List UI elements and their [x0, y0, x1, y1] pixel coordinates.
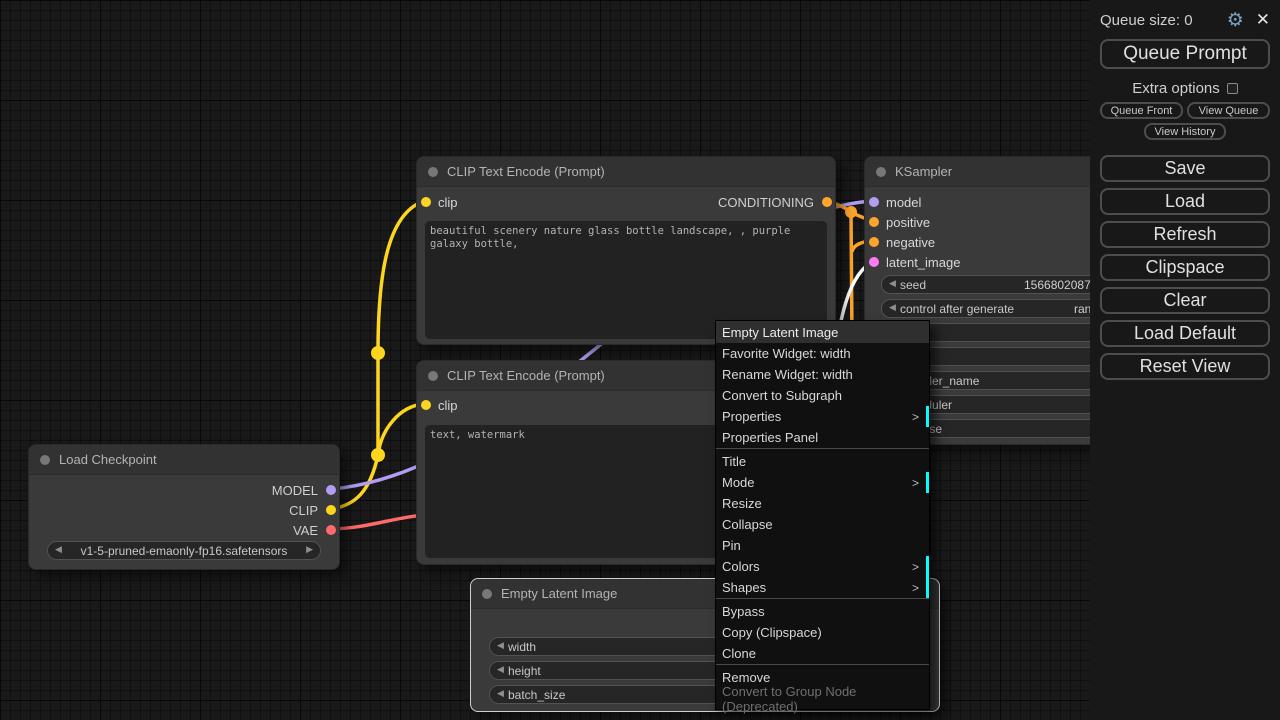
input-slot-clip-icon[interactable] [421, 400, 431, 410]
output-slot-label: CONDITIONING [718, 195, 814, 210]
input-slot-label: positive [886, 215, 930, 230]
left-arrow-icon[interactable]: ◀ [497, 688, 504, 699]
input-slot-label: model [886, 195, 921, 210]
left-arrow-icon[interactable]: ◀ [55, 544, 62, 555]
output-slot-conditioning-icon[interactable] [822, 197, 832, 207]
menu-item-colors[interactable]: Colors> [716, 556, 929, 577]
node-title: CLIP Text Encode (Prompt) [447, 368, 605, 383]
queue-prompt-button[interactable]: Queue Prompt [1100, 39, 1270, 69]
menu-item-properties-panel[interactable]: Properties Panel [716, 427, 929, 448]
load-button[interactable]: Load [1100, 188, 1270, 215]
input-slot-label: clip [438, 195, 458, 210]
input-slot-positive-icon[interactable] [869, 217, 879, 227]
seed-label: seed [900, 278, 926, 292]
output-slot-label: MODEL [272, 483, 318, 498]
extra-options-checkbox[interactable] [1227, 83, 1238, 94]
menu-item-properties[interactable]: Properties> [716, 406, 929, 427]
queue-panel: Queue size: 0 ⚙ ✕ Queue Prompt Extra opt… [1090, 0, 1280, 720]
output-slot-model-icon[interactable] [326, 485, 336, 495]
menu-item-pin[interactable]: Pin [716, 535, 929, 556]
node-title-bar[interactable]: CLIP Text Encode (Prompt) [417, 157, 835, 187]
output-slot-vae-icon[interactable] [326, 525, 336, 535]
collapse-dot-icon[interactable] [428, 371, 438, 381]
right-arrow-icon[interactable]: ▶ [306, 544, 313, 555]
input-slot-negative-icon[interactable] [869, 237, 879, 247]
input-slot-label: negative [886, 235, 935, 250]
node-title: Empty Latent Image [501, 586, 617, 601]
ckpt-name-value: v1-5-pruned-emaonly-fp16.safetensors [68, 544, 300, 558]
clipspace-button[interactable]: Clipspace [1100, 254, 1270, 281]
menu-item-bypass[interactable]: Bypass [716, 601, 929, 622]
node-context-menu: Empty Latent Image Favorite Widget: widt… [715, 320, 930, 710]
input-slot-label: latent_image [886, 255, 960, 270]
node-title: CLIP Text Encode (Prompt) [447, 164, 605, 179]
input-slot-clip-icon[interactable] [421, 197, 431, 207]
menu-item-rename-widget[interactable]: Rename Widget: width [716, 364, 929, 385]
node-title: Load Checkpoint [59, 452, 157, 467]
left-arrow-icon[interactable]: ◀ [497, 640, 504, 651]
input-slot-model-icon[interactable] [869, 197, 879, 207]
left-arrow-icon[interactable]: ◀ [889, 302, 896, 313]
seed-value: 1566802087 [1024, 278, 1091, 292]
menu-item-convert-to-group-node[interactable]: Convert to Group Node (Deprecated) [716, 688, 929, 709]
output-slot-label: VAE [293, 523, 318, 538]
queue-size-label: Queue size: 0 [1100, 12, 1227, 29]
input-slot-latent-image-icon[interactable] [869, 257, 879, 267]
output-slot-label: CLIP [289, 503, 318, 518]
left-arrow-icon[interactable]: ◀ [889, 278, 896, 289]
reroute-dot-clip-lower[interactable] [371, 448, 385, 462]
submenu-arrow-icon: > [912, 581, 919, 595]
menu-item-mode[interactable]: Mode> [716, 472, 929, 493]
menu-item-convert-to-subgraph[interactable]: Convert to Subgraph [716, 385, 929, 406]
submenu-arrow-icon: > [912, 410, 919, 424]
reroute-dot-conditioning[interactable] [845, 206, 857, 218]
node-clip-text-encode-1[interactable]: CLIP Text Encode (Prompt) clip CONDITION… [416, 156, 836, 345]
input-slot-label: clip [438, 398, 458, 413]
submenu-arrow-icon: > [912, 476, 919, 490]
menu-item-copy-clipspace[interactable]: Copy (Clipspace) [716, 622, 929, 643]
reroute-dot-clip-upper[interactable] [371, 346, 385, 360]
view-queue-button[interactable]: View Queue [1187, 102, 1270, 119]
submenu-highlight-bar [926, 577, 929, 598]
submenu-highlight-bar [926, 406, 929, 427]
clear-button[interactable]: Clear [1100, 287, 1270, 314]
menu-item-clone[interactable]: Clone [716, 643, 929, 664]
menu-item-collapse[interactable]: Collapse [716, 514, 929, 535]
node-load-checkpoint[interactable]: Load Checkpoint MODEL CLIP VAE ◀ v1-5-pr… [28, 444, 340, 570]
control-after-generate-label: control after generate [900, 302, 1014, 316]
refresh-button[interactable]: Refresh [1100, 221, 1270, 248]
extra-options-label: Extra options [1132, 80, 1220, 97]
submenu-highlight-bar [926, 556, 929, 577]
context-menu-title: Empty Latent Image [716, 321, 929, 343]
height-label: height [508, 664, 541, 678]
settings-gear-icon[interactable]: ⚙ [1227, 9, 1244, 32]
collapse-dot-icon[interactable] [482, 589, 492, 599]
collapse-dot-icon[interactable] [428, 167, 438, 177]
queue-front-button[interactable]: Queue Front [1100, 102, 1183, 119]
submenu-highlight-bar [926, 472, 929, 493]
menu-item-title[interactable]: Title [716, 451, 929, 472]
output-slot-clip-icon[interactable] [326, 505, 336, 515]
view-history-button[interactable]: View History [1144, 123, 1226, 140]
save-button[interactable]: Save [1100, 155, 1270, 182]
reset-view-button[interactable]: Reset View [1100, 353, 1270, 380]
collapse-dot-icon[interactable] [876, 167, 886, 177]
batch-size-label: batch_size [508, 688, 565, 702]
submenu-arrow-icon: > [912, 560, 919, 574]
close-icon[interactable]: ✕ [1256, 10, 1270, 30]
menu-item-shapes[interactable]: Shapes> [716, 577, 929, 598]
collapse-dot-icon[interactable] [40, 455, 50, 465]
node-title-bar[interactable]: Load Checkpoint [29, 445, 339, 475]
node-title: KSampler [895, 164, 952, 179]
menu-item-favorite-widget[interactable]: Favorite Widget: width [716, 343, 929, 364]
menu-item-resize[interactable]: Resize [716, 493, 929, 514]
load-default-button[interactable]: Load Default [1100, 320, 1270, 347]
width-label: width [508, 640, 536, 654]
ckpt-name-combo-widget[interactable]: ◀ v1-5-pruned-emaonly-fp16.safetensors ▶ [47, 541, 321, 560]
left-arrow-icon[interactable]: ◀ [497, 664, 504, 675]
